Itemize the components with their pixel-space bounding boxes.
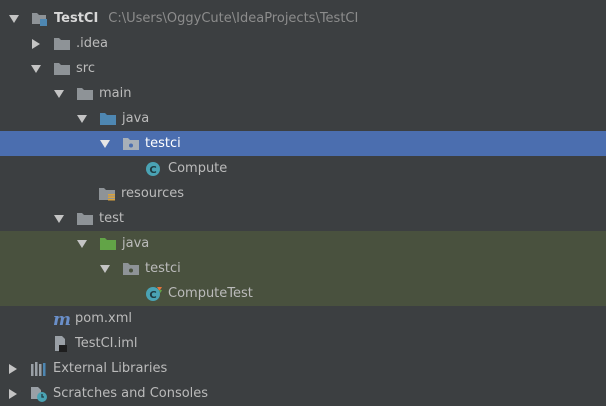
tree-row-project-root[interactable]: TestCI C:\Users\OggyCute\IdeaProjects\Te… [0,6,606,31]
tree-label-compute: Compute [168,161,228,176]
expanded-arrow-icon[interactable] [29,62,43,76]
tree-row-test[interactable]: test [0,206,606,231]
tree-row-pom[interactable]: m pom.xml [0,306,606,331]
tree-label-test-java: java [122,236,150,251]
tree-label-src: src [76,61,95,76]
svg-text:m: m [53,311,70,327]
tree-label-pom: pom.xml [75,311,132,326]
folder-icon [76,86,94,102]
svg-text:C: C [149,290,156,301]
expanded-arrow-icon[interactable] [7,12,21,26]
project-folder-icon [31,11,49,27]
expanded-arrow-icon[interactable] [52,212,66,226]
tree-label-main-package: testci [145,136,181,151]
tree-row-idea[interactable]: .idea [0,31,606,56]
tree-row-scratches[interactable]: Scratches and Consoles [0,381,606,406]
project-path: C:\Users\OggyCute\IdeaProjects\TestCI [108,11,359,26]
tree-row-src[interactable]: src [0,56,606,81]
tree-label-main-java: java [122,111,150,126]
test-folder-icon [99,236,117,252]
folder-icon [53,61,71,77]
java-class-icon: C [145,161,163,177]
project-tree: TestCI C:\Users\OggyCute\IdeaProjects\Te… [0,0,606,405]
java-test-class-icon: C [145,286,163,302]
tree-row-resources[interactable]: resources [0,181,606,206]
tree-label-compute-test: ComputeTest [168,286,253,301]
tree-row-main[interactable]: main [0,81,606,106]
folder-icon [53,36,71,52]
tree-row-external-libraries[interactable]: External Libraries [0,356,606,381]
tree-row-iml[interactable]: TestCI.iml [0,331,606,356]
tree-label-test-package: testci [145,261,181,276]
package-icon [122,136,140,152]
iml-file-icon [52,335,70,352]
tree-label-test: test [99,211,124,226]
expanded-arrow-icon[interactable] [52,87,66,101]
tree-label-external-libraries: External Libraries [53,361,168,376]
resources-folder-icon [98,186,116,202]
svg-text:C: C [149,165,156,176]
tree-label-resources: resources [121,186,185,201]
expanded-arrow-icon[interactable] [75,112,89,126]
project-name: TestCI [54,11,99,26]
collapsed-arrow-icon[interactable] [6,362,20,376]
tree-row-compute-test[interactable]: C ComputeTest [0,281,606,306]
folder-icon [76,211,94,227]
tree-row-main-java[interactable]: java [0,106,606,131]
tree-row-test-package[interactable]: testci [0,256,606,281]
source-folder-icon [99,111,117,127]
maven-icon: m [52,311,70,327]
tree-label-iml: TestCI.iml [75,336,138,351]
expanded-arrow-icon[interactable] [98,262,112,276]
tree-row-main-package[interactable]: testci [0,131,606,156]
scratches-icon [30,386,48,402]
tree-row-test-java[interactable]: java [0,231,606,256]
collapsed-arrow-icon[interactable] [6,387,20,401]
tree-label-scratches: Scratches and Consoles [53,386,209,401]
tree-label-main: main [99,86,132,101]
expanded-arrow-icon[interactable] [75,237,89,251]
tree-label-idea: .idea [76,36,108,51]
tree-row-compute[interactable]: C Compute [0,156,606,181]
package-icon [122,261,140,277]
expanded-arrow-icon[interactable] [98,137,112,151]
collapsed-arrow-icon[interactable] [29,37,43,51]
libraries-icon [30,361,48,377]
